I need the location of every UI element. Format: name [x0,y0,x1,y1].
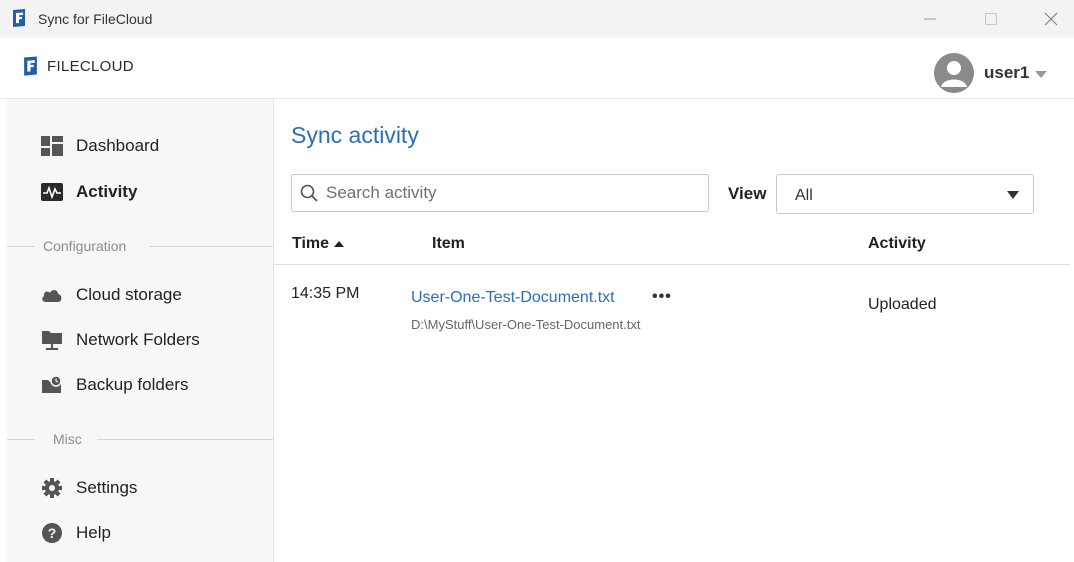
minimize-icon [924,18,936,20]
search-input[interactable] [324,182,708,204]
sidebar-item-label: Network Folders [76,330,200,349]
more-options-icon[interactable]: ••• [652,288,672,306]
window-title: Sync for FileCloud [38,11,153,27]
table-row[interactable]: 14:35 PM User-One-Test-Document.txt ••• … [274,279,1070,339]
sidebar-item-label: Backup folders [76,375,189,394]
avatar-icon [934,53,974,93]
sidebar-item-network-folders[interactable]: Network Folders [41,326,200,354]
main-content: Sync activity View All Time Item Activit… [274,99,1074,562]
maximize-button[interactable] [968,0,1014,38]
sidebar-item-label: Dashboard [76,136,160,155]
sidebar-item-dashboard[interactable]: Dashboard [41,132,159,160]
activity-icon [41,181,63,203]
search-icon [300,184,318,202]
close-button[interactable] [1028,0,1074,38]
sidebar: Dashboard Activity Configuration Cloud s… [7,99,274,562]
row-item-name-link[interactable]: User-One-Test-Document.txt [411,289,615,307]
sidebar-item-activity[interactable]: Activity [41,178,137,206]
page-title: Sync activity [291,122,419,148]
section-separator-configuration: Configuration [7,236,273,256]
filecloud-app-icon [13,9,25,27]
table-header-divider [274,264,1070,265]
column-header-time[interactable]: Time [292,235,345,253]
section-separator-misc: Misc [7,429,273,449]
sidebar-item-label: Cloud storage [76,285,182,304]
network-folder-icon [41,329,63,351]
maximize-icon [985,13,997,25]
cloud-icon [41,284,63,306]
column-header-activity[interactable]: Activity [868,235,926,253]
sidebar-item-backup-folders[interactable]: Backup folders [41,371,188,399]
column-header-item[interactable]: Item [432,235,465,253]
minimize-button[interactable] [907,0,953,38]
help-icon: ? [41,522,63,544]
backup-folder-icon [41,374,63,396]
search-box[interactable] [291,174,709,212]
filecloud-logo: FILECLOUD [22,56,134,76]
svg-text:?: ? [48,525,57,541]
close-icon [1044,12,1058,26]
app-header: FILECLOUD user1 [0,38,1074,99]
filecloud-logo-icon [24,56,37,76]
dashboard-icon [41,135,63,157]
chevron-down-icon [1007,191,1019,199]
sort-ascending-icon [334,241,345,247]
sidebar-item-label: Settings [76,478,138,497]
gear-icon [41,477,63,499]
row-time: 14:35 PM [291,285,360,302]
view-dropdown[interactable]: All [776,174,1034,214]
sidebar-item-settings[interactable]: Settings [41,474,137,502]
sidebar-item-cloud-storage[interactable]: Cloud storage [41,281,182,309]
chevron-down-icon [1035,70,1048,78]
row-activity: Uploaded [868,296,937,313]
logo-text: FILECLOUD [47,57,134,75]
user-name: user1 [984,63,1030,82]
section-title: Misc [53,431,82,447]
view-label: View [728,184,767,203]
view-selected-value: All [795,187,813,204]
section-title: Configuration [43,238,127,254]
column-header-label: Time [292,235,330,252]
user-menu[interactable]: user1 [934,53,1048,93]
sidebar-item-help[interactable]: ? Help [41,519,111,547]
window-titlebar: Sync for FileCloud [0,0,1074,38]
sidebar-item-label: Activity [76,182,138,201]
sidebar-item-label: Help [76,523,111,542]
row-item-path: D:\MyStuff\User-One-Test-Document.txt [411,317,641,332]
